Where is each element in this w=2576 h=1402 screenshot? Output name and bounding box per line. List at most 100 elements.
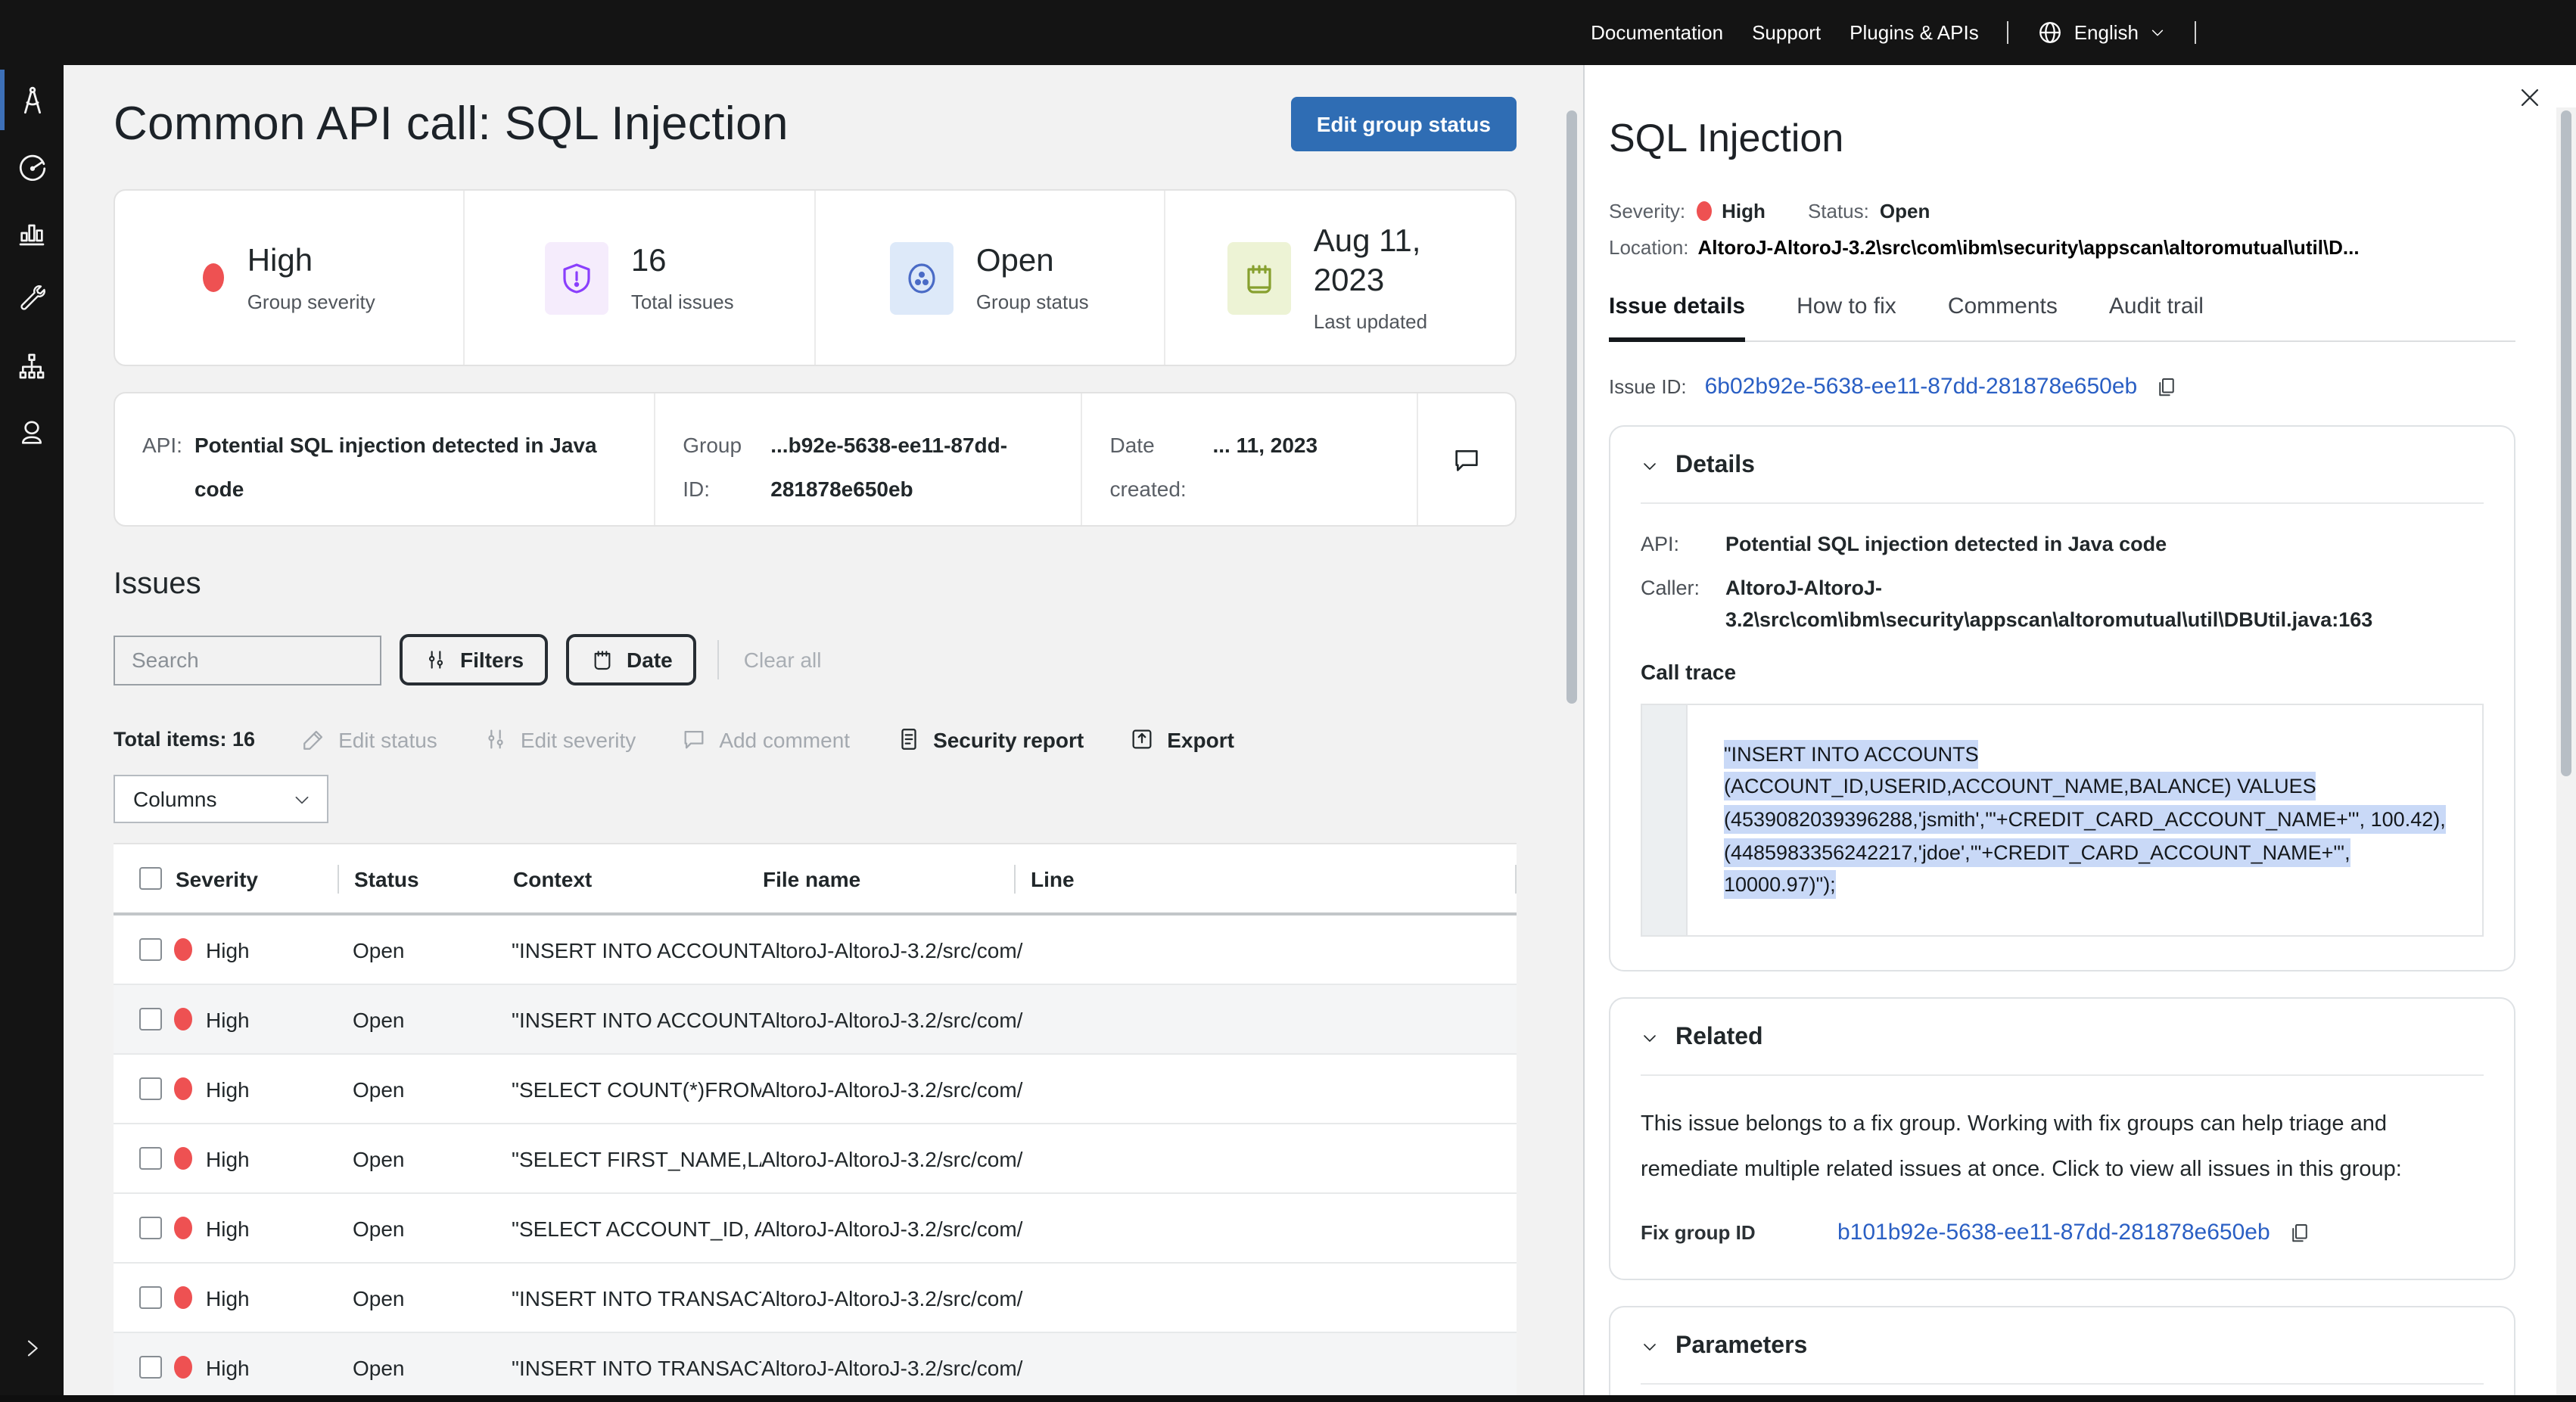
call-trace-code[interactable]: "INSERT INTO ACCOUNTS (ACCOUNT_ID,USERID… xyxy=(1688,705,2482,935)
panel-scrollbar[interactable] xyxy=(2561,110,2571,776)
row-checkbox[interactable] xyxy=(139,1077,162,1100)
sidebar-item-dashboard[interactable] xyxy=(0,133,64,200)
parameters-header[interactable]: Parameters xyxy=(1641,1332,2484,1360)
security-report-button[interactable]: Security report xyxy=(895,726,1084,752)
language-selector[interactable]: English xyxy=(2038,20,2166,45)
sidebar-item-tools[interactable] xyxy=(0,266,64,333)
sidebar-item-reports[interactable] xyxy=(0,200,64,266)
shield-alert-icon xyxy=(558,260,595,296)
group-comment-button[interactable] xyxy=(1417,393,1516,525)
table-row[interactable]: High Open "SELECT FIRST_NAME,LAST_ Altor… xyxy=(114,1124,1517,1194)
row-status: Open xyxy=(353,1077,512,1101)
related-section: Related This issue belongs to a fix grou… xyxy=(1609,996,2515,1279)
bottom-edge-bar xyxy=(0,1394,2576,1402)
search-field[interactable] xyxy=(114,635,381,685)
tab-issue-details[interactable]: Issue details xyxy=(1609,294,1745,342)
table-row[interactable]: High Open "SELECT ACCOUNT_ID, ACCO Altor… xyxy=(114,1194,1517,1264)
edit-severity-button[interactable]: Edit severity xyxy=(483,726,636,752)
info-group-id-label: Group ID: xyxy=(683,424,755,525)
table-row[interactable]: High Open "INSERT INTO ACCOUNTS (US Alto… xyxy=(114,915,1517,985)
row-context: "INSERT INTO ACCOUNTS (AC xyxy=(512,1007,761,1031)
table-row[interactable]: High Open "INSERT INTO TRANSACTION Altor… xyxy=(114,1264,1517,1333)
divider xyxy=(1641,1074,2484,1075)
calendar-icon xyxy=(1241,260,1277,296)
row-checkbox[interactable] xyxy=(139,1217,162,1239)
nav-plugins-apis[interactable]: Plugins & APIs xyxy=(1850,21,1979,44)
tab-how-to-fix[interactable]: How to fix xyxy=(1797,294,1896,340)
date-filter-button[interactable]: Date xyxy=(566,634,697,685)
info-api-value: Potential SQL injection detected in Java… xyxy=(194,424,633,525)
gauge-icon xyxy=(16,151,48,182)
search-input[interactable] xyxy=(132,648,406,672)
report-document-icon xyxy=(895,726,921,752)
edit-group-status-button[interactable]: Edit group status xyxy=(1291,97,1517,151)
chevron-down-icon xyxy=(292,789,312,809)
highlighted-code: "INSERT INTO ACCOUNTS (ACCOUNT_ID,USERID… xyxy=(1724,740,2446,900)
tab-audit-trail[interactable]: Audit trail xyxy=(2109,294,2204,340)
header-line[interactable]: Line xyxy=(1029,866,1517,891)
copy-issue-id-button[interactable] xyxy=(2155,375,2178,398)
severity-dot xyxy=(174,1217,192,1239)
status-open-icon xyxy=(904,260,940,296)
edit-status-button[interactable]: Edit status xyxy=(300,726,437,752)
header-file-name[interactable]: File name xyxy=(761,866,1029,891)
sidebar-item-profile[interactable] xyxy=(0,399,64,466)
row-severity: High xyxy=(206,1146,250,1170)
row-context: "INSERT INTO ACCOUNTS (US xyxy=(512,937,761,962)
sidebar-expand-button[interactable] xyxy=(20,1335,44,1367)
export-button[interactable]: Export xyxy=(1129,726,1234,752)
sidebar-item-scans[interactable] xyxy=(0,67,64,133)
header-severity[interactable]: Severity xyxy=(174,866,353,891)
row-severity: High xyxy=(206,1216,250,1240)
header-context[interactable]: Context xyxy=(512,866,761,891)
issues-heading: Issues xyxy=(114,567,1517,602)
select-all-checkbox[interactable] xyxy=(139,867,162,890)
row-checkbox[interactable] xyxy=(139,1286,162,1309)
table-row[interactable]: High Open "INSERT INTO ACCOUNTS (AC Alto… xyxy=(114,985,1517,1055)
fix-group-link[interactable]: b101b92e-5638-ee11-87dd-281878e650eb xyxy=(1837,1219,2270,1245)
group-severity-label: Group severity xyxy=(247,291,375,313)
tab-comments[interactable]: Comments xyxy=(1948,294,2058,340)
detail-caller-value: AltoroJ-AltoroJ-3.2\src\com\ibm\security… xyxy=(1725,574,2484,636)
info-date-value: ... 11, 2023 xyxy=(1213,424,1318,525)
filters-button[interactable]: Filters xyxy=(400,634,548,685)
add-comment-button[interactable]: Add comment xyxy=(681,726,850,752)
row-context: "INSERT INTO TRANSACTION xyxy=(512,1355,761,1379)
table-row[interactable]: High Open "SELECT COUNT(*)FROM PEO Altor… xyxy=(114,1055,1517,1124)
columns-dropdown[interactable]: Columns xyxy=(114,775,328,823)
status-label: Status: xyxy=(1808,200,1869,222)
info-group-id: Group ID: ...b92e-5638-ee11-87dd-281878e… xyxy=(654,393,1081,525)
row-checkbox[interactable] xyxy=(139,1008,162,1031)
sidebar-item-applications[interactable] xyxy=(0,333,64,399)
compass-icon xyxy=(16,84,48,116)
parameters-heading: Parameters xyxy=(1675,1332,1807,1360)
table-row[interactable]: High Open "INSERT INTO TRANSACTION Altor… xyxy=(114,1333,1517,1394)
related-header[interactable]: Related xyxy=(1641,1024,2484,1051)
location-label: Location: xyxy=(1609,236,1689,259)
severity-dot xyxy=(174,1077,192,1100)
clear-all-button[interactable]: Clear all xyxy=(744,648,822,672)
nav-support[interactable]: Support xyxy=(1752,21,1821,44)
summary-cards: High Group severity 16 Total issues xyxy=(114,189,1517,366)
copy-fix-group-button[interactable] xyxy=(2288,1220,2311,1243)
nav-documentation[interactable]: Documentation xyxy=(1591,21,1723,44)
header-status[interactable]: Status xyxy=(353,866,512,891)
close-icon xyxy=(2517,85,2543,110)
row-severity: High xyxy=(206,1007,250,1031)
total-items-label: Total items: 16 xyxy=(114,728,255,751)
row-checkbox[interactable] xyxy=(139,1147,162,1170)
edit-severity-label: Edit severity xyxy=(521,727,636,751)
code-gutter xyxy=(1642,705,1688,935)
row-status: Open xyxy=(353,1285,512,1310)
location-value: AltoroJ-AltoroJ-3.2\src\com\ibm\security… xyxy=(1698,236,2360,259)
row-context: "SELECT COUNT(*)FROM PEO xyxy=(512,1077,761,1101)
filter-divider xyxy=(718,640,720,679)
chevron-down-icon xyxy=(1641,1337,1659,1355)
details-header[interactable]: Details xyxy=(1641,452,2484,480)
row-checkbox[interactable] xyxy=(139,938,162,961)
row-checkbox[interactable] xyxy=(139,1356,162,1379)
chevron-down-icon xyxy=(1641,1028,1659,1046)
close-panel-button[interactable] xyxy=(2517,85,2543,118)
issue-id-link[interactable]: 6b02b92e-5638-ee11-87dd-281878e650eb xyxy=(1705,374,2138,399)
main-scrollbar[interactable] xyxy=(1566,110,1577,704)
